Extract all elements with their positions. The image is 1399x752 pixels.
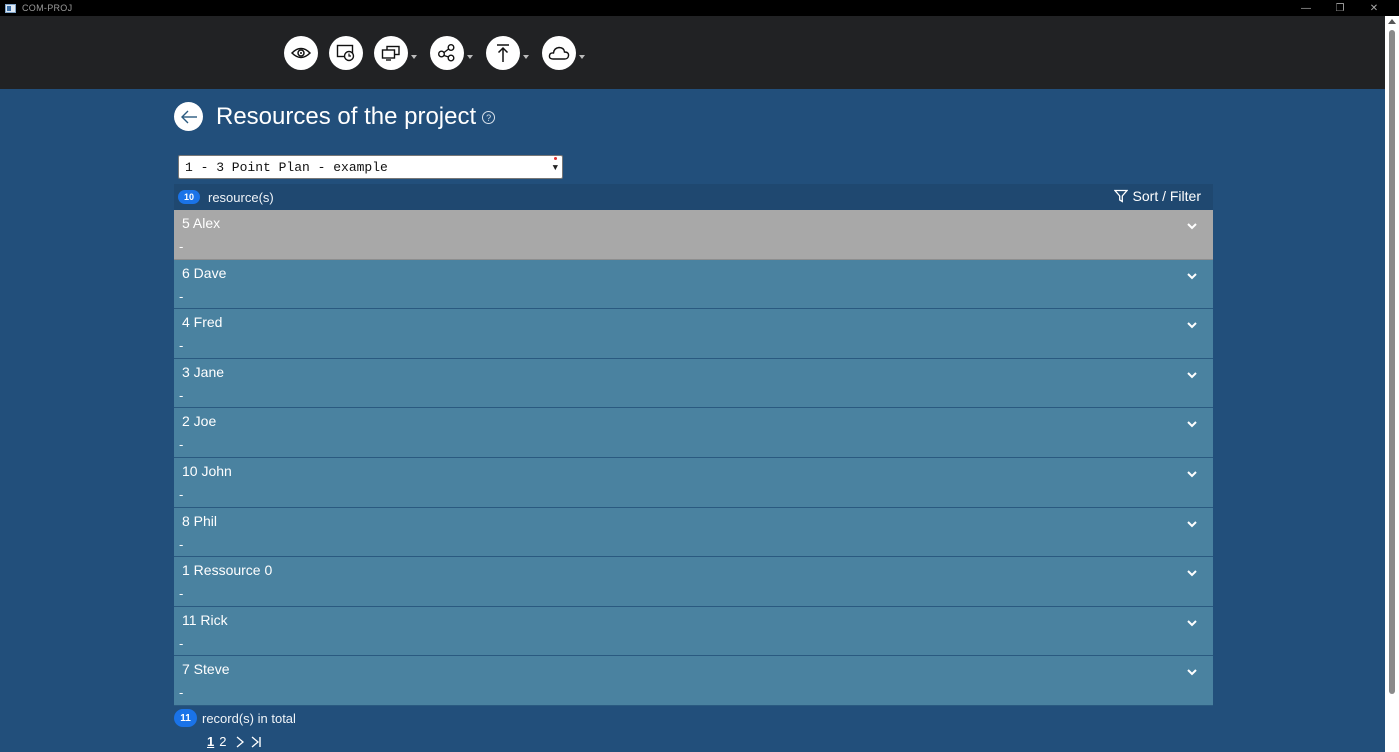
pagination: 12 — [207, 734, 263, 749]
project-select[interactable]: 1 - 3 Point Plan - example ▼ — [178, 155, 563, 179]
next-page-icon[interactable] — [235, 736, 245, 748]
window-title-bar: COM-PROJ — ❐ ✕ — [0, 0, 1399, 16]
close-icon[interactable]: ✕ — [1357, 3, 1391, 14]
total-count-label: record(s) in total — [202, 710, 296, 726]
resource-list: 5 Alex -6 Dave -4 Fred -3 Jane -2 Joe -10 Joh… — [174, 210, 1213, 706]
resource-row[interactable]: 11 Rick - — [174, 606, 1213, 657]
page-link[interactable]: 2 — [219, 734, 226, 749]
resource-row[interactable]: 10 John - — [174, 457, 1213, 508]
resource-detail: - — [179, 387, 184, 403]
screen-clock-icon — [329, 36, 363, 70]
last-page-icon[interactable] — [249, 736, 263, 748]
resource-detail: - — [179, 685, 184, 701]
filter-icon — [1113, 189, 1128, 203]
chevron-down-icon[interactable] — [1187, 663, 1197, 681]
window-controls: — ❐ ✕ — [1289, 0, 1391, 16]
chevron-down-icon[interactable] — [1187, 316, 1197, 334]
resource-detail: - — [179, 536, 184, 552]
chevron-down-icon — [523, 55, 529, 59]
window-title: COM-PROJ — [22, 3, 73, 13]
upload-icon — [486, 36, 520, 70]
minimize-icon[interactable]: — — [1289, 3, 1323, 14]
display-menu-button[interactable] — [374, 36, 417, 70]
share-icon — [430, 36, 464, 70]
resource-row[interactable]: 2 Joe - — [174, 408, 1213, 458]
page-title: Resources of the project — [216, 102, 477, 130]
resource-detail: - — [179, 586, 184, 602]
resource-count-badge: 10 — [178, 190, 200, 204]
resource-count-label: resource(s) — [208, 189, 274, 205]
cloud-menu-button[interactable] — [542, 36, 585, 70]
resource-detail: - — [179, 239, 184, 254]
resource-row[interactable]: 8 Phil - — [174, 507, 1213, 558]
records-total: 11 record(s) in total — [174, 709, 296, 727]
chevron-down-icon[interactable] — [1187, 366, 1197, 384]
view-button[interactable] — [284, 36, 318, 70]
upload-menu-button[interactable] — [486, 36, 529, 70]
project-select-value: 1 - 3 Point Plan - example — [185, 159, 388, 175]
chevron-down-icon[interactable] — [1187, 415, 1197, 433]
required-indicator — [554, 157, 557, 160]
chevron-down-icon[interactable] — [1187, 267, 1197, 285]
restore-icon[interactable]: ❐ — [1323, 3, 1357, 14]
cloud-icon — [542, 36, 576, 70]
chevron-down-icon[interactable] — [1187, 515, 1197, 533]
resource-name: 6 Dave — [182, 264, 227, 281]
chevron-down-icon[interactable] — [1187, 614, 1197, 632]
arrow-left-icon — [180, 110, 197, 123]
sort-filter-button[interactable]: Sort / Filter — [1113, 188, 1201, 204]
back-button[interactable] — [174, 102, 203, 131]
resource-name: 1 Ressource 0 — [182, 562, 273, 579]
chevron-down-icon[interactable] — [1187, 564, 1197, 582]
resource-detail: - — [179, 338, 184, 354]
chevron-down-icon — [467, 55, 473, 59]
resource-detail: - — [179, 288, 184, 304]
schedule-button[interactable] — [329, 36, 363, 70]
page-header: Resources of the project ? — [174, 102, 496, 131]
resource-name: 3 Jane — [182, 363, 225, 380]
eye-icon — [284, 36, 318, 70]
sort-filter-label: Sort / Filter — [1132, 188, 1201, 204]
resource-name: 7 Steve — [182, 661, 230, 678]
resource-name: 4 Fred — [182, 314, 223, 331]
vertical-scrollbar[interactable] — [1385, 16, 1399, 752]
resource-detail: - — [179, 486, 184, 502]
total-count-badge: 11 — [174, 709, 197, 727]
chevron-down-icon[interactable] — [1187, 217, 1197, 235]
chevron-down-icon[interactable] — [1187, 465, 1197, 483]
resource-name: 2 Joe — [182, 413, 217, 430]
resource-detail: - — [179, 437, 184, 453]
page-link[interactable]: 1 — [207, 734, 214, 749]
resource-detail: - — [179, 635, 184, 651]
resource-name: 11 Rick — [182, 611, 228, 628]
resource-name: 8 Phil — [182, 512, 218, 529]
resource-row[interactable]: 7 Steve - — [174, 656, 1213, 706]
chevron-down-icon — [411, 55, 417, 59]
scrollbar-thumb[interactable] — [1389, 30, 1395, 694]
resource-row[interactable]: 5 Alex - — [174, 210, 1213, 260]
chevron-down-icon: ▼ — [552, 163, 558, 173]
resource-row[interactable]: 1 Ressource 0 - — [174, 557, 1213, 607]
help-icon[interactable]: ? — [482, 111, 496, 124]
resource-row[interactable]: 6 Dave - — [174, 259, 1213, 310]
resource-list-header: 10 resource(s) Sort / Filter — [174, 184, 1213, 210]
scroll-up-icon[interactable] — [1388, 19, 1396, 24]
resource-row[interactable]: 3 Jane - — [174, 358, 1213, 409]
app-icon — [5, 3, 16, 13]
resource-name: 10 John — [182, 462, 232, 479]
chevron-down-icon — [579, 55, 585, 59]
share-menu-button[interactable] — [430, 36, 473, 70]
resource-row[interactable]: 4 Fred - — [174, 309, 1213, 359]
monitors-icon — [374, 36, 408, 70]
resource-name: 5 Alex — [182, 215, 221, 231]
main-toolbar — [0, 16, 1399, 89]
